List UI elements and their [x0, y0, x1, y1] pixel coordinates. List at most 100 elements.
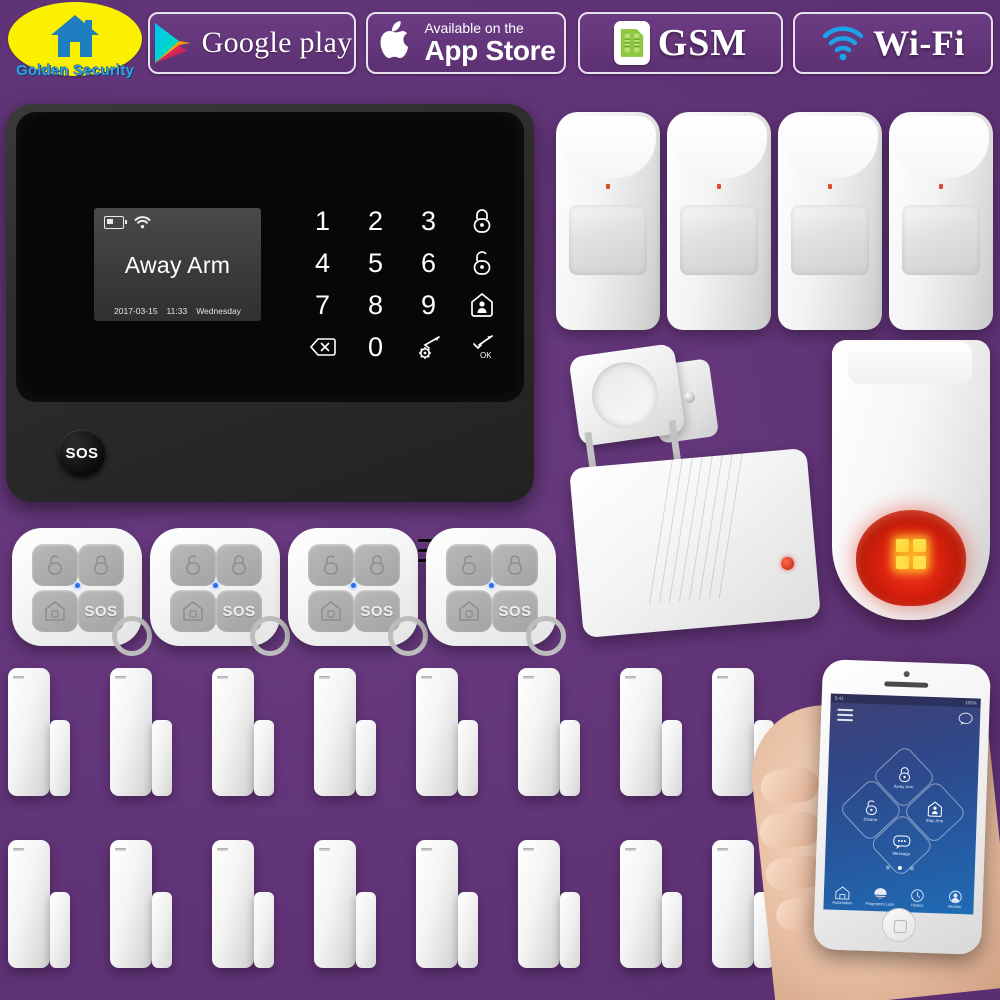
door-sensor-magnet	[254, 892, 274, 968]
door-window-sensor[interactable]	[416, 668, 478, 796]
nav-item-fingerprint-lock[interactable]: Fingerprint Lock	[861, 887, 899, 908]
door-window-sensor[interactable]	[314, 840, 376, 968]
key-stay-arm[interactable]	[455, 284, 508, 326]
nav-item-history[interactable]: History	[898, 888, 936, 909]
badge-gsm[interactable]: GSM	[578, 12, 783, 74]
phone-status-bar: 5:41 100%	[830, 693, 981, 708]
phone-camera-icon	[903, 670, 910, 678]
door-window-sensor[interactable]	[212, 668, 274, 796]
door-sensor-body	[314, 668, 356, 796]
badge-app-store-line1: Available on the	[424, 20, 524, 36]
fob-disarm-button[interactable]	[308, 544, 354, 586]
remote-key-fob[interactable]: SOS	[288, 528, 428, 656]
door-window-sensor[interactable]	[416, 840, 478, 968]
fob-disarm-button[interactable]	[170, 544, 216, 586]
fob-away-arm-button[interactable]	[354, 544, 400, 586]
alarm-control-panel[interactable]: Away Arm 2017-03-15 11:33 Wednesday 1 2 …	[6, 104, 534, 562]
remote-key-fob[interactable]: SOS	[426, 528, 566, 656]
pir-led-icon	[939, 184, 943, 189]
door-window-sensor[interactable]	[110, 668, 172, 796]
pir-housing-top	[893, 116, 989, 178]
door-window-sensor[interactable]	[620, 840, 682, 968]
fob-stay-arm-button[interactable]	[170, 590, 216, 632]
clock-icon	[911, 889, 924, 903]
remote-key-fob[interactable]: SOS	[12, 528, 152, 656]
outdoor-strobe-siren[interactable]	[832, 340, 990, 620]
siren-speaker-ring	[587, 358, 663, 433]
product-image: Golden Security Google play Available on…	[0, 0, 1000, 1000]
strobe-red-lens	[856, 510, 966, 606]
door-window-sensor[interactable]	[518, 668, 580, 796]
nav-item-automation[interactable]: Automation	[824, 886, 862, 907]
page-dot-active	[897, 865, 902, 871]
key-6[interactable]: 6	[402, 242, 455, 284]
pir-motion-sensor[interactable]	[889, 112, 993, 330]
key-backspace[interactable]	[296, 326, 349, 368]
fob-disarm-button[interactable]	[446, 544, 492, 586]
stay-arm-home-icon	[927, 801, 943, 817]
key-2[interactable]: 2	[349, 200, 402, 242]
pir-motion-sensor[interactable]	[667, 112, 771, 330]
status-battery: 100%	[965, 700, 977, 706]
panel-sos-button[interactable]: SOS	[58, 429, 106, 477]
smartphone[interactable]: 5:41 100% Away Arm Disarm Stay Arm Messa…	[812, 659, 992, 955]
remote-key-fob[interactable]: SOS	[150, 528, 290, 656]
fob-stay-arm-button[interactable]	[32, 590, 78, 632]
door-window-sensor[interactable]	[314, 668, 376, 796]
door-window-sensor[interactable]	[518, 840, 580, 968]
key-3[interactable]: 3	[402, 200, 455, 242]
key-settings[interactable]	[402, 326, 455, 368]
key-1[interactable]: 1	[296, 200, 349, 242]
keypad[interactable]: 1 2 3 4 5 6 7 8 9 0 OK	[296, 200, 508, 370]
key-away-arm[interactable]	[455, 200, 508, 242]
wireless-repeater[interactable]	[569, 447, 821, 639]
door-window-sensor[interactable]	[620, 668, 682, 796]
pir-housing-top	[560, 116, 656, 178]
key-7[interactable]: 7	[296, 284, 349, 326]
badge-bar: Golden Security Google play Available on…	[0, 0, 1000, 92]
door-sensor-led-slot	[523, 676, 534, 679]
key-5[interactable]: 5	[349, 242, 402, 284]
chat-bubble-icon[interactable]	[958, 712, 973, 727]
phone-screen[interactable]: 5:41 100% Away Arm Disarm Stay Arm Messa…	[823, 693, 981, 915]
lcd-mode-text: Away Arm	[124, 252, 231, 278]
fob-stay-arm-button[interactable]	[446, 590, 492, 632]
key-9[interactable]: 9	[402, 284, 455, 326]
pir-motion-sensor[interactable]	[556, 112, 660, 330]
door-window-sensor[interactable]	[8, 668, 70, 796]
phone-home-button[interactable]	[881, 907, 917, 943]
fob-led-icon	[74, 583, 80, 588]
fob-stay-arm-button[interactable]	[308, 590, 354, 632]
door-window-sensor[interactable]	[110, 840, 172, 968]
badge-wifi[interactable]: Wi-Fi	[793, 12, 993, 74]
door-window-sensor[interactable]	[212, 840, 274, 968]
fob-away-arm-button[interactable]	[78, 544, 124, 586]
strobe-led-grid	[896, 539, 926, 570]
nav-label: Fingerprint Lock	[865, 901, 895, 908]
badge-google-play-label: Google play	[201, 26, 353, 59]
hamburger-menu-icon[interactable]	[836, 708, 854, 722]
door-window-sensor[interactable]	[8, 840, 70, 968]
badge-app-store[interactable]: Available on the App Store	[366, 12, 566, 74]
fob-away-arm-button[interactable]	[492, 544, 538, 586]
pir-fresnel-lens	[680, 205, 758, 275]
fob-away-arm-button[interactable]	[216, 544, 262, 586]
fob-led-icon	[488, 583, 494, 588]
fob-disarm-button[interactable]	[32, 544, 78, 586]
key-8[interactable]: 8	[349, 284, 402, 326]
key-ok[interactable]: OK	[455, 326, 508, 368]
key-disarm[interactable]	[455, 242, 508, 284]
door-sensor-led-slot	[115, 676, 126, 679]
key-4[interactable]: 4	[296, 242, 349, 284]
settings-gear-icon	[418, 336, 440, 359]
apple-icon	[380, 21, 409, 58]
door-sensor-magnet	[560, 892, 580, 968]
app-bottom-nav[interactable]: Automation Fingerprint Lock History Moni…	[824, 886, 975, 911]
nav-label: Monitor	[948, 904, 962, 910]
lcd-weekday: Wednesday	[196, 306, 241, 316]
badge-google-play[interactable]: Google play	[148, 12, 356, 74]
pir-motion-sensor[interactable]	[778, 112, 882, 330]
door-sensor-led-slot	[717, 848, 728, 851]
nav-item-monitor[interactable]: Monitor	[936, 890, 974, 911]
key-0[interactable]: 0	[349, 326, 402, 368]
